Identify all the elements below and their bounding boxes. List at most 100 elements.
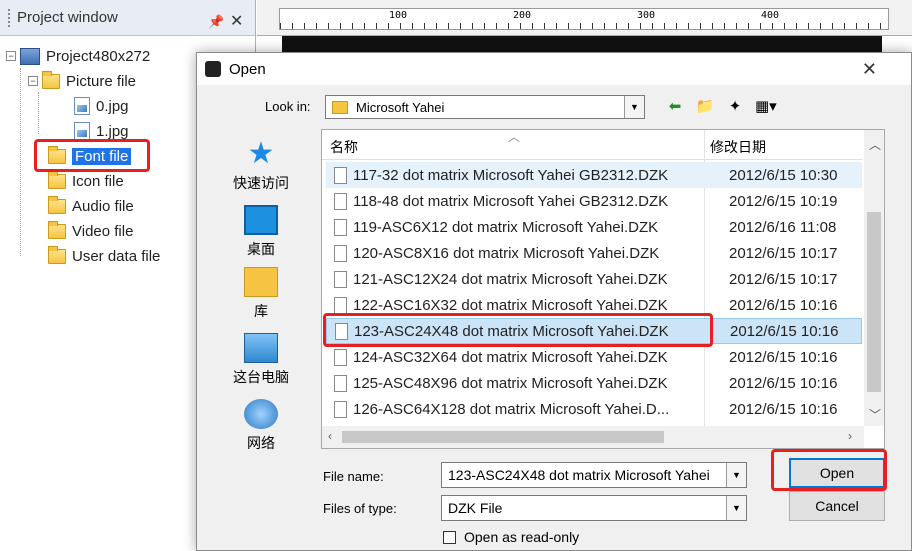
place-this-pc[interactable]: 这台电脑 (217, 333, 305, 387)
scroll-right-icon[interactable]: › (848, 429, 852, 443)
app-icon (205, 61, 221, 77)
grip-handle[interactable] (8, 8, 11, 27)
tree-item-0-jpg[interactable]: 0.jpg (74, 94, 129, 118)
tree-item-label: User data file (72, 247, 161, 265)
top-ruler: 100 200 300 400 (257, 0, 912, 36)
network-icon (244, 399, 278, 429)
place-quick-access[interactable]: ★ 快速访问 (217, 139, 305, 193)
column-date-modified[interactable]: 修改日期 (710, 137, 766, 157)
file-name-label: File name: (323, 469, 384, 484)
file-icon (334, 218, 347, 236)
tree-root-label: Project480x272 (46, 47, 151, 65)
file-icon (334, 244, 347, 262)
horizontal-scrollbar[interactable]: ‹ › (322, 426, 864, 448)
folder-icon (48, 170, 66, 189)
chevron-down-icon[interactable]: ▼ (624, 96, 644, 118)
place-label: 库 (254, 303, 268, 319)
file-row[interactable]: 118-48 dot matrix Microsoft Yahei GB2312… (326, 188, 862, 214)
tree-item-label: 0.jpg (96, 97, 129, 115)
look-in-dropdown[interactable]: Microsoft Yahei ▼ (325, 95, 645, 119)
file-date: 2012/6/15 10:16 (729, 296, 838, 314)
vertical-scrollbar[interactable]: ︿ ﹀ (864, 130, 884, 426)
file-name: 118-48 dot matrix Microsoft Yahei GB2312… (353, 192, 669, 210)
place-label: 这台电脑 (233, 369, 289, 385)
scroll-left-icon[interactable]: ‹ (328, 429, 332, 443)
cancel-button[interactable]: Cancel (789, 491, 885, 521)
file-date: 2012/6/15 10:30 (729, 166, 838, 184)
view-menu-icon[interactable]: ▦▾ (755, 97, 777, 115)
tree-item-label: Icon file (72, 172, 124, 190)
file-icon (334, 270, 347, 288)
file-row[interactable]: 121-ASC12X24 dot matrix Microsoft Yahei.… (326, 266, 862, 292)
star-icon: ★ (247, 137, 275, 170)
close-icon[interactable]: ✕ (862, 59, 877, 80)
tree-item-user-data-file[interactable]: User data file (48, 244, 160, 268)
folder-icon (48, 195, 66, 214)
chevron-down-icon[interactable]: ▼ (726, 463, 746, 487)
file-date: 2012/6/15 10:16 (730, 322, 839, 340)
file-list[interactable]: ︿ 名称 修改日期 117-32 dot matrix Microsoft Ya… (321, 129, 885, 449)
open-read-only-checkbox[interactable]: Open as read-only (443, 529, 579, 545)
look-in-label: Look in: (265, 99, 311, 114)
place-desktop[interactable]: 桌面 (217, 205, 305, 259)
project-window-titlebar[interactable]: Project window 📌 ✕ (0, 0, 255, 36)
annotation-box-selected-file (323, 313, 713, 347)
scroll-up-icon[interactable]: ︿ (869, 136, 881, 153)
new-folder-icon[interactable]: ✦ (725, 97, 745, 115)
file-date: 2012/6/15 10:19 (729, 192, 838, 210)
file-row[interactable]: 125-ASC48X96 dot matrix Microsoft Yahei.… (326, 370, 862, 396)
file-date: 2012/6/15 10:16 (729, 400, 838, 418)
ruler-label: 100 (389, 10, 408, 21)
file-row[interactable]: 119-ASC6X12 dot matrix Microsoft Yahei.D… (326, 214, 862, 240)
file-name-input[interactable]: 123-ASC24X48 dot matrix Microsoft Yahei … (441, 462, 747, 488)
folder-icon (42, 70, 60, 89)
column-name[interactable]: 名称 (330, 137, 358, 157)
dialog-title: Open (229, 60, 266, 78)
tree-item-label: Picture file (66, 72, 137, 90)
tree-line (38, 92, 39, 134)
tree-item-video-file[interactable]: Video file (48, 219, 133, 243)
file-row[interactable]: 117-32 dot matrix Microsoft Yahei GB2312… (326, 162, 862, 188)
collapse-icon[interactable]: − (6, 51, 16, 61)
place-library[interactable]: 库 (217, 267, 305, 321)
file-name: 125-ASC48X96 dot matrix Microsoft Yahei.… (353, 374, 668, 392)
tree-item-picture-file[interactable]: − Picture file (28, 69, 136, 93)
file-row[interactable]: 120-ASC8X16 dot matrix Microsoft Yahei.D… (326, 240, 862, 266)
file-name: 119-ASC6X12 dot matrix Microsoft Yahei.D… (353, 218, 659, 236)
file-name: 124-ASC32X64 dot matrix Microsoft Yahei.… (353, 348, 668, 366)
look-in-value: Microsoft Yahei (356, 99, 445, 115)
pin-icon[interactable]: 📌 (208, 14, 224, 30)
collapse-icon[interactable]: − (28, 76, 38, 86)
desktop-icon (244, 205, 278, 235)
tree-item-icon-file[interactable]: Icon file (48, 169, 124, 193)
checkbox[interactable] (443, 530, 456, 544)
place-network[interactable]: 网络 (217, 399, 305, 453)
close-icon[interactable]: ✕ (230, 11, 243, 31)
scroll-down-icon[interactable]: ﹀ (869, 406, 881, 423)
back-icon[interactable]: ⬅ (665, 97, 685, 115)
file-row[interactable]: 124-ASC32X64 dot matrix Microsoft Yahei.… (326, 344, 862, 370)
scroll-thumb[interactable] (867, 212, 881, 392)
place-label: 快速访问 (233, 175, 289, 191)
files-of-type-label: Files of type: (323, 501, 397, 516)
tree-item-audio-file[interactable]: Audio file (48, 194, 134, 218)
place-label: 网络 (247, 435, 275, 451)
file-icon (334, 296, 347, 314)
sort-ascending-icon: ︿ (508, 130, 521, 144)
files-of-type-select[interactable]: DZK File ▼ (441, 495, 747, 521)
dialog-titlebar[interactable]: Open ✕ (197, 53, 911, 85)
file-icon (334, 192, 347, 210)
image-file-icon (74, 122, 90, 140)
chevron-down-icon[interactable]: ▼ (726, 496, 746, 520)
file-name: 126-ASC64X128 dot matrix Microsoft Yahei… (353, 400, 670, 418)
file-date: 2012/6/16 11:08 (729, 218, 837, 236)
file-name: 117-32 dot matrix Microsoft Yahei GB2312… (353, 166, 669, 184)
library-icon (244, 267, 278, 297)
scroll-thumb[interactable] (342, 431, 664, 443)
up-folder-icon[interactable]: 📁 (695, 97, 715, 115)
tree-root[interactable]: − Project480x272 (6, 44, 150, 68)
file-date: 2012/6/15 10:16 (729, 348, 838, 366)
file-row[interactable]: 126-ASC64X128 dot matrix Microsoft Yahei… (326, 396, 862, 422)
file-name: 121-ASC12X24 dot matrix Microsoft Yahei.… (353, 270, 668, 288)
tree-item-label: Audio file (72, 197, 134, 215)
